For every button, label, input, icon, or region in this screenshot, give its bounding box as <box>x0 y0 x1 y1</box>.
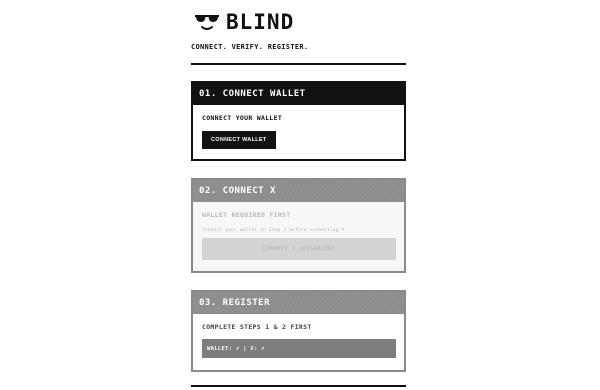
brand-name: BLIND <box>226 10 295 34</box>
step-label: CONNECT YOUR WALLET <box>202 114 283 122</box>
step-label: COMPLETE STEPS 1 & 2 FIRST <box>202 323 312 331</box>
step-hint: Connect your wallet in Step 1 before con… <box>202 228 345 233</box>
step-title: 03. REGISTER <box>193 292 404 314</box>
connect-wallet-button[interactable]: CONNECT WALLET <box>202 131 276 149</box>
sunglasses-smile-icon <box>195 15 219 30</box>
step-label: WALLET REQUIRED FIRST <box>202 211 291 219</box>
step-title: 01. CONNECT WALLET <box>193 83 404 105</box>
step-title: 02. CONNECT X <box>193 180 404 202</box>
brand: BLIND <box>191 9 294 35</box>
wallet-status-bar: WALLET: ✗ | X: ✗ <box>202 339 396 358</box>
step-card-connect-wallet: 01. CONNECT WALLET CONNECT YOUR WALLET C… <box>191 81 406 161</box>
tagline: CONNECT. VERIFY. REGISTER. <box>191 43 309 51</box>
footer-divider <box>191 385 406 387</box>
step-card-connect-x: 02. CONNECT X WALLET REQUIRED FIRST Conn… <box>191 178 406 273</box>
header-divider <box>191 63 406 65</box>
connect-x-button[interactable]: CONNECT X (DISABLED) <box>202 238 396 260</box>
step-card-register: 03. REGISTER COMPLETE STEPS 1 & 2 FIRST … <box>191 290 406 372</box>
